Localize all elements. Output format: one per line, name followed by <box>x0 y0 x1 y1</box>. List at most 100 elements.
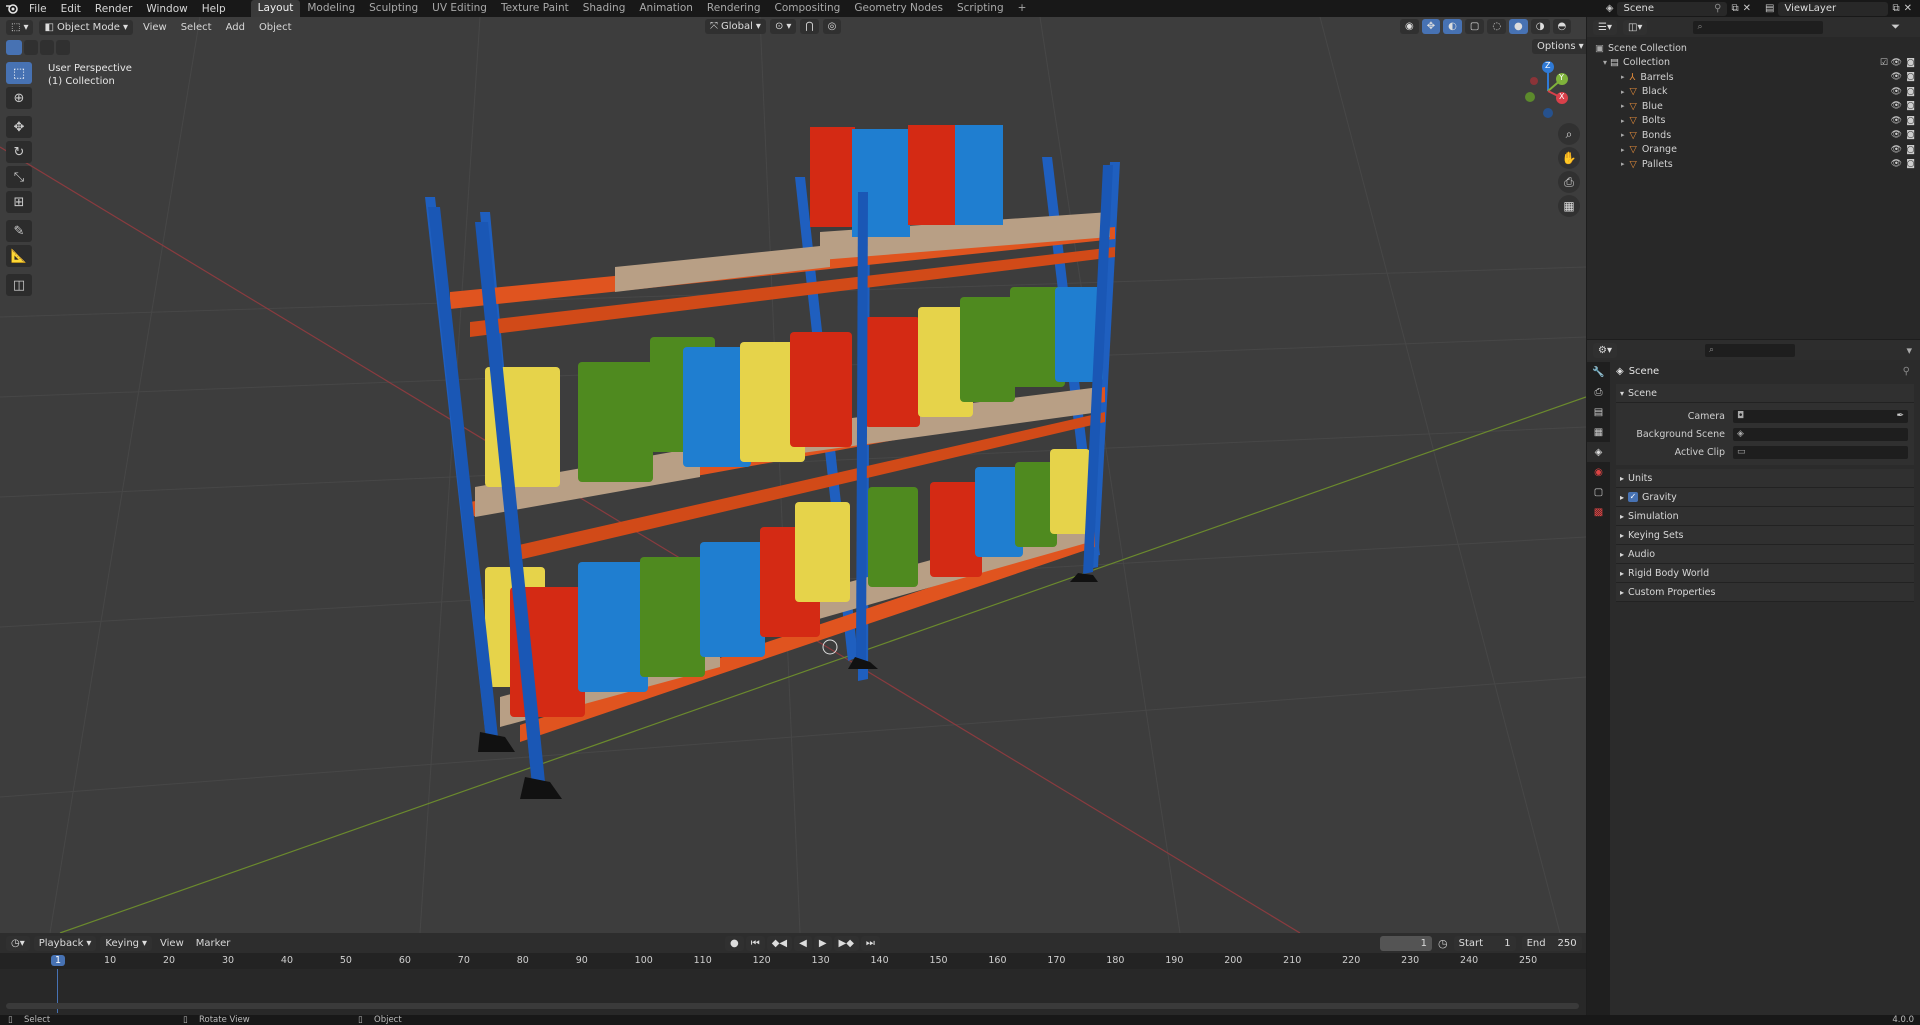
options-button[interactable]: Options ▾ <box>1532 39 1586 54</box>
select-new-icon[interactable] <box>6 40 22 55</box>
current-frame-field[interactable]: 1 <box>1380 936 1432 951</box>
shading-wireframe[interactable]: ◌ <box>1487 19 1507 34</box>
eyedropper-icon[interactable]: ✒ <box>1896 411 1904 421</box>
timeline-scrollbar[interactable] <box>6 1003 1579 1009</box>
display-mode-icon[interactable]: ◫▾ <box>1622 19 1648 35</box>
next-keyframe-icon[interactable]: ▶◆ <box>833 936 859 951</box>
menu-help[interactable]: Help <box>195 3 233 15</box>
viewport-menu-view[interactable]: View <box>139 22 171 33</box>
menu-render[interactable]: Render <box>88 3 139 15</box>
expand-arrow-icon[interactable]: ▸ <box>1621 160 1625 168</box>
3d-viewport[interactable]: ⬚ ▾ ◧ Object Mode ▾ View Select Add Object … <box>0 17 1586 933</box>
camera-icon[interactable]: ◙ <box>1906 72 1915 82</box>
viewport-menu-add[interactable]: Add <box>222 22 249 33</box>
camera-icon[interactable]: ◙ <box>1906 101 1915 111</box>
add-cube-tool-icon[interactable]: ◫ <box>6 274 32 296</box>
texture-tab-icon[interactable]: ▩ <box>1587 502 1610 522</box>
scene-selector[interactable]: Scene ⚲ <box>1617 1 1728 16</box>
outliner-item-barrels[interactable]: ▸ ⅄ Barrels 👁 ◙ <box>1587 70 1920 85</box>
viewport-menu-object[interactable]: Object <box>255 22 296 33</box>
expand-arrow-icon[interactable]: ▸ <box>1621 88 1625 96</box>
new-scene-icon[interactable]: ⧉ <box>1731 3 1738 14</box>
outliner-search-input[interactable]: ⌕ <box>1693 20 1824 34</box>
play-icon[interactable]: ▶ <box>813 936 832 951</box>
scene-panel-header[interactable]: ▾ Scene <box>1616 384 1914 403</box>
delete-scene-icon[interactable]: ✕ <box>1743 3 1751 14</box>
shading-material[interactable]: ◑ <box>1530 19 1550 34</box>
shading-solid[interactable]: ● <box>1509 19 1528 34</box>
outliner-item-black[interactable]: ▸ ▽ Black 👁 ◙ <box>1587 85 1920 100</box>
camera-field[interactable]: ◘ ✒ <box>1733 409 1908 423</box>
properties-editor-type-icon[interactable]: ⚙▾ <box>1593 342 1617 358</box>
viewport-menu-select[interactable]: Select <box>177 22 216 33</box>
select-extend-icon[interactable] <box>24 40 38 55</box>
transform-tool-icon[interactable]: ⊞ <box>6 191 32 213</box>
editor-type-button[interactable]: ⬚ ▾ <box>6 19 34 35</box>
measure-tool-icon[interactable]: 📐 <box>6 245 32 267</box>
properties-search-input[interactable]: ⌕ <box>1704 343 1795 357</box>
camera-icon[interactable]: ◙ <box>1906 145 1915 155</box>
camera-icon[interactable]: ◙ <box>1906 130 1915 140</box>
stopwatch-icon[interactable]: ◷ <box>1438 937 1448 950</box>
camera-icon[interactable]: ◙ <box>1906 159 1915 169</box>
workspace-tab-uv-editing[interactable]: UV Editing <box>425 0 494 17</box>
eye-icon[interactable]: 👁 <box>1891 130 1902 140</box>
eye-icon[interactable]: 👁 <box>1891 159 1902 169</box>
workspace-tab-compositing[interactable]: Compositing <box>768 0 848 17</box>
pin-icon[interactable]: ⚲ <box>1903 366 1910 377</box>
blender-logo-icon[interactable] <box>0 0 22 17</box>
snap-toggle[interactable]: ⋂ <box>800 19 819 34</box>
annotate-tool-icon[interactable]: ✎ <box>6 220 32 242</box>
workspace-tab-layout[interactable]: Layout <box>250 0 301 17</box>
end-frame-field[interactable]: End 250 <box>1521 936 1582 951</box>
scene-tab-icon[interactable]: ◈ <box>1587 442 1610 462</box>
workspace-tab-texture-paint[interactable]: Texture Paint <box>494 0 576 17</box>
playback-menu[interactable]: Playback ▾ <box>33 935 97 951</box>
proportional-edit-toggle[interactable]: ◎ <box>822 19 842 34</box>
output-tab-icon[interactable]: ▤ <box>1587 402 1610 422</box>
rotate-tool-icon[interactable]: ↻ <box>6 141 32 163</box>
keying-sets-panel[interactable]: ▸ Keying Sets <box>1616 526 1914 545</box>
timeline-editor-type-icon[interactable]: ◷▾ <box>6 935 30 951</box>
eye-icon[interactable]: 👁 <box>1891 58 1902 68</box>
expand-arrow-icon[interactable]: ▸ <box>1621 146 1625 154</box>
view-layer-selector[interactable]: ViewLayer <box>1778 1 1889 16</box>
workspace-tab-scripting[interactable]: Scripting <box>950 0 1011 17</box>
background-scene-field[interactable]: ◈ <box>1733 427 1908 441</box>
eye-icon[interactable]: 👁 <box>1891 116 1902 126</box>
exclude-checkbox-icon[interactable]: ☑ <box>1880 58 1888 68</box>
camera-icon[interactable]: ◙ <box>1906 58 1915 68</box>
scale-tool-icon[interactable]: ⤡ <box>6 166 32 188</box>
world-tab-icon[interactable]: ◉ <box>1587 462 1610 482</box>
workspace-tab-shading[interactable]: Shading <box>576 0 633 17</box>
outliner-editor-type-icon[interactable]: ☰▾ <box>1593 19 1617 35</box>
mode-dropdown[interactable]: ◧ Object Mode ▾ <box>39 19 133 35</box>
select-box-tool-icon[interactable]: ⬚ <box>6 62 32 84</box>
rigid-body-world-panel[interactable]: ▸ Rigid Body World <box>1616 564 1914 583</box>
simulation-panel[interactable]: ▸ Simulation <box>1616 507 1914 526</box>
move-tool-icon[interactable]: ✥ <box>6 116 32 138</box>
units-panel[interactable]: ▸ Units <box>1616 469 1914 488</box>
frame-ruler[interactable]: 1 10 20 30 40 50 60 70 80 90 100 110 120 130 140 150 160… <box>0 953 1586 969</box>
menu-edit[interactable]: Edit <box>54 3 88 15</box>
workspace-tab-geometry-nodes[interactable]: Geometry Nodes <box>847 0 950 17</box>
custom-properties-panel[interactable]: ▸ Custom Properties <box>1616 583 1914 602</box>
record-icon[interactable]: ● <box>725 936 744 951</box>
eye-icon[interactable]: 👁 <box>1891 87 1902 97</box>
menu-window[interactable]: Window <box>139 3 194 15</box>
start-frame-field[interactable]: Start 1 <box>1453 936 1516 951</box>
expand-arrow-icon[interactable]: ▸ <box>1621 117 1625 125</box>
audio-panel[interactable]: ▸ Audio <box>1616 545 1914 564</box>
select-subtract-icon[interactable] <box>40 40 54 55</box>
filter-icon[interactable]: ⏷ <box>1891 20 1900 34</box>
pivot-dropdown[interactable]: ⊙ ▾ <box>769 19 797 34</box>
workspace-tab-sculpting[interactable]: Sculpting <box>362 0 425 17</box>
gravity-checkbox[interactable]: ✓ <box>1628 492 1639 502</box>
select-invert-icon[interactable] <box>56 40 70 55</box>
menu-file[interactable]: File <box>22 3 54 15</box>
eye-icon[interactable]: 👁 <box>1891 101 1902 111</box>
collection-tab-icon[interactable]: ▢ <box>1587 482 1610 502</box>
eye-icon[interactable]: 👁 <box>1891 72 1902 82</box>
workspace-tab-animation[interactable]: Animation <box>632 0 700 17</box>
cursor-tool-icon[interactable]: ⊕ <box>6 87 32 109</box>
